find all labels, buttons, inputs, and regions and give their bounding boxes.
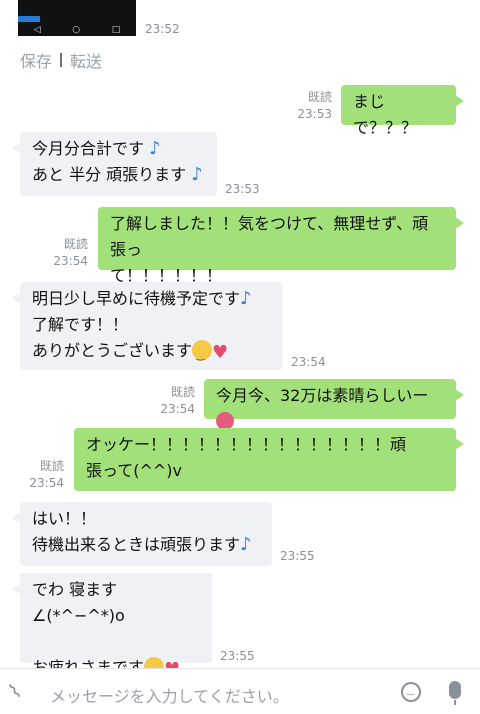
read-receipt: 既読: [39, 459, 64, 473]
header-timestamp: 23:52: [145, 22, 180, 36]
message-meta: 既読 23:54: [145, 384, 195, 418]
header-image: ◁ ○ □: [18, 0, 136, 36]
read-receipt: 既読: [170, 385, 195, 399]
message-time: 23:55: [280, 549, 315, 563]
heart-icon: ♥: [212, 342, 229, 363]
message-time: 23:53: [297, 107, 332, 121]
music-note-icon: ♪: [240, 288, 252, 309]
message-time: 23:53: [225, 182, 260, 196]
message-meta: 既読 23:54: [16, 458, 64, 492]
received-message-bubble[interactable]: でわ 寝ます∠(*^−^*)o お疲れさまです♥: [12, 573, 212, 685]
nav-back-icon: ◁: [33, 25, 41, 35]
header-blue-mark: [18, 16, 40, 22]
message-line: 張って(^^)v: [86, 461, 182, 480]
music-note-icon: ♪: [149, 138, 161, 159]
action-separator: [60, 53, 63, 67]
message-line: 了解です！！: [32, 315, 129, 334]
sent-message-bubble[interactable]: まじで？？？: [341, 85, 464, 137]
save-button[interactable]: 保存: [20, 48, 52, 72]
message-line: 明日少し早めに待機予定です: [32, 289, 241, 308]
music-note-icon: ♪: [191, 164, 203, 185]
message-meta: 既読 23:53: [282, 89, 332, 123]
message-line: まじで？？？: [353, 92, 418, 137]
received-message-bubble[interactable]: 今月分合計です ♪ あと 半分 頑張ります ♪: [12, 132, 217, 196]
message-time: 23:54: [291, 355, 326, 369]
message-meta: 既読 23:54: [40, 236, 88, 270]
read-receipt: 既読: [307, 90, 332, 104]
smiling-face-icon: [192, 340, 213, 368]
mic-icon[interactable]: [449, 681, 461, 705]
message-line: 今月分合計です: [32, 139, 145, 158]
smiley-icon[interactable]: [401, 682, 421, 702]
android-nav-bar: ◁ ○ □: [18, 24, 136, 36]
nav-home-icon: ○: [72, 25, 81, 35]
message-input[interactable]: メッセージを入力してください。: [50, 683, 289, 707]
message-line: オッケー！！！！！！！！！！！！！！！頑: [86, 435, 407, 454]
message-line: はい！！: [32, 509, 97, 528]
message-line: でわ 寝ます∠(*^−^*)o: [32, 580, 125, 625]
message-time: 23:54: [29, 476, 64, 490]
message-line: あと 半分 頑張ります: [32, 165, 187, 184]
sent-message-bubble[interactable]: オッケー！！！！！！！！！！！！！！！頑 張って(^^)v: [74, 428, 464, 491]
message-time: 23:55: [220, 649, 255, 663]
message-line: ありがとうございます: [32, 341, 193, 360]
message-actions: 保存 転送: [20, 48, 102, 72]
message-line: 了解しました！！気をつけて、無理せず、頑張っ: [110, 214, 429, 259]
received-message-bubble[interactable]: 明日少し早めに待機予定です♪ 了解です！！ ありがとうございます ♥: [12, 282, 283, 370]
sent-message-bubble[interactable]: 今月今、32万は素晴らしいー: [204, 379, 464, 430]
read-receipt: 既読: [63, 237, 88, 251]
message-time: 23:54: [160, 402, 195, 416]
message-line: 待機出来るときは頑張ります: [32, 535, 241, 554]
music-note-icon: ♪: [240, 534, 252, 555]
sent-message-bubble[interactable]: 了解しました！！気をつけて、無理せず、頑張っ て！！！！！！: [98, 207, 464, 285]
nav-recents-icon: □: [111, 25, 121, 35]
message-time: 23:54: [53, 254, 88, 268]
forward-button[interactable]: 転送: [70, 48, 102, 72]
message-line: 今月今、32万は素晴らしいー: [216, 386, 429, 405]
received-message-bubble[interactable]: はい！！ 待機出来るときは頑張ります♪: [12, 502, 272, 566]
